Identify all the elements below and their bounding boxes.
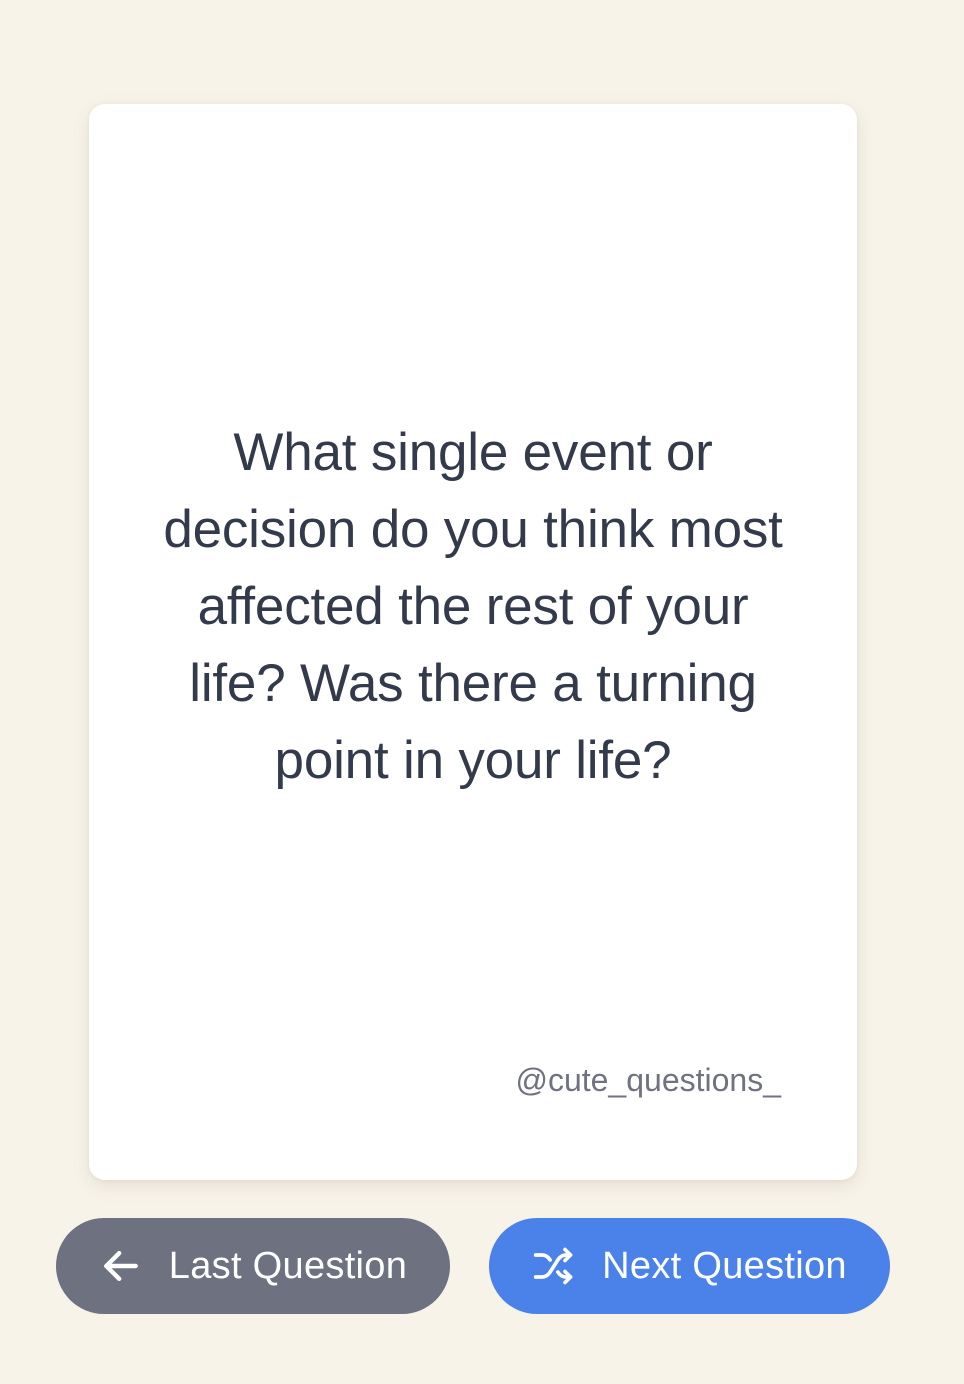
arrow-left-icon bbox=[99, 1244, 143, 1288]
question-text: What single event or decision do you thi… bbox=[163, 423, 783, 790]
shuffle-icon bbox=[532, 1244, 576, 1288]
question-card: What single event or decision do you thi… bbox=[89, 104, 857, 1180]
last-question-button[interactable]: Last Question bbox=[56, 1218, 450, 1314]
next-question-label: Next Question bbox=[602, 1244, 847, 1287]
next-question-button[interactable]: Next Question bbox=[489, 1218, 890, 1314]
author-handle: @cute_questions_ bbox=[515, 1062, 781, 1098]
last-question-label: Last Question bbox=[168, 1244, 408, 1287]
